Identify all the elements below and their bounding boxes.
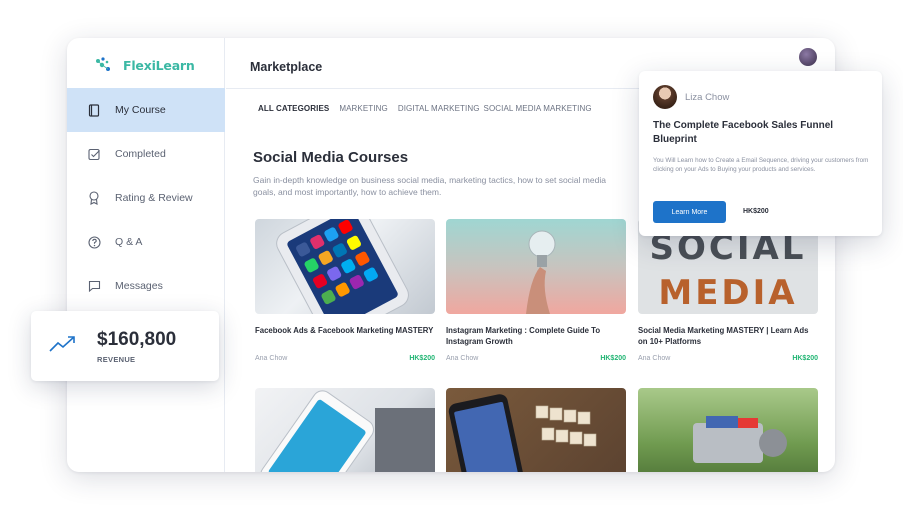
- trending-up-icon: [49, 335, 77, 358]
- course-card[interactable]: [638, 388, 818, 472]
- course-title: Social Media Marketing MASTERY | Learn A…: [638, 326, 809, 346]
- sidebar-item-my-course[interactable]: My Course: [67, 88, 225, 132]
- revenue-card: $160,800 REVENUE: [31, 311, 219, 381]
- course-card[interactable]: [446, 388, 626, 472]
- instructor-name: Liza Chow: [685, 91, 730, 103]
- sidebar-item-label: Completed: [115, 148, 166, 160]
- tab-marketing[interactable]: MARKETING: [339, 104, 387, 113]
- sidebar-item-qa[interactable]: Q & A: [67, 220, 225, 264]
- sidebar-item-completed[interactable]: Completed: [67, 132, 225, 176]
- course-meta: Ana Chow HK$200: [446, 355, 626, 362]
- popover-price: HK$200: [743, 208, 769, 215]
- question-icon: [87, 235, 101, 249]
- section-description: Gain in-depth knowledge on business soci…: [253, 175, 606, 197]
- revenue-amount: $160,800: [97, 329, 177, 350]
- stage: FlexiLearn My Course Completed Rating & …: [0, 0, 903, 513]
- tab-all-categories[interactable]: ALL CATEGORIES: [258, 104, 329, 113]
- user-avatar[interactable]: [799, 48, 817, 66]
- tab-digital-marketing[interactable]: DIGITAL MARKETING: [398, 104, 480, 113]
- popover-title: The Complete Facebook Sales Funnel Bluep…: [653, 120, 834, 145]
- message-icon: [87, 279, 101, 293]
- course-author: Ana Chow: [255, 355, 288, 362]
- sidebar-item-rating-review[interactable]: Rating & Review: [67, 176, 225, 220]
- course-thumbnail-phone-apps: [255, 219, 435, 314]
- course-thumbnail-camera-garden: [638, 388, 818, 472]
- popover-header: Liza Chow: [653, 85, 729, 109]
- logo[interactable]: FlexiLearn: [95, 56, 195, 74]
- course-meta: Ana Chow HK$200: [255, 355, 435, 362]
- logo-icon: [95, 56, 117, 74]
- sidebar-item-label: Rating & Review: [115, 192, 193, 204]
- course-title: Facebook Ads & Facebook Marketing MASTER…: [255, 326, 434, 335]
- tab-social-media-marketing[interactable]: SOCIAL MEDIA MARKETING: [484, 104, 592, 113]
- course-author: Ana Chow: [638, 355, 671, 362]
- course-card[interactable]: SOCIAL MEDIA Social Media Marketing MAST…: [638, 219, 818, 362]
- media-text: MEDIA: [658, 273, 797, 313]
- course-title: Instagram Marketing : Complete Guide To …: [446, 326, 601, 346]
- ribbon-icon: [87, 191, 101, 205]
- sidebar-item-label: My Course: [115, 104, 166, 116]
- course-thumbnail-lightbulb: [446, 219, 626, 314]
- book-icon: [87, 103, 101, 117]
- sidebar: FlexiLearn My Course Completed Rating & …: [67, 38, 225, 472]
- logo-text: FlexiLearn: [123, 57, 195, 73]
- course-thumbnail-facebook-phone: [446, 388, 626, 472]
- sidebar-item-label: Q & A: [115, 236, 143, 248]
- sidebar-item-messages[interactable]: Messages: [67, 264, 225, 308]
- course-card[interactable]: Instagram Marketing : Complete Guide To …: [446, 219, 626, 362]
- course-price: HK$200: [792, 355, 818, 362]
- course-card[interactable]: Facebook Ads & Facebook Marketing MASTER…: [255, 219, 435, 362]
- completed-icon: [87, 147, 101, 161]
- course-meta: Ana Chow HK$200: [638, 355, 818, 362]
- category-tabs: ALL CATEGORIES MARKETING DIGITAL MARKETI…: [258, 104, 592, 113]
- revenue-label: REVENUE: [97, 355, 136, 364]
- course-author: Ana Chow: [446, 355, 479, 362]
- sidebar-nav: My Course Completed Rating & Review Q & …: [67, 88, 225, 308]
- instructor-avatar: [653, 85, 677, 109]
- course-popover: Liza Chow The Complete Facebook Sales Fu…: [639, 71, 882, 236]
- page-title: Marketplace: [250, 60, 323, 74]
- section-title: Social Media Courses: [253, 149, 409, 166]
- learn-more-button[interactable]: Learn More: [653, 201, 726, 223]
- popover-description: You Will Learn how to Create a Email Seq…: [653, 157, 869, 173]
- course-price: HK$200: [409, 355, 435, 362]
- course-card[interactable]: [255, 388, 435, 472]
- course-thumbnail-iphone-laptop: [255, 388, 435, 472]
- course-price: HK$200: [600, 355, 626, 362]
- sidebar-item-label: Messages: [115, 280, 163, 292]
